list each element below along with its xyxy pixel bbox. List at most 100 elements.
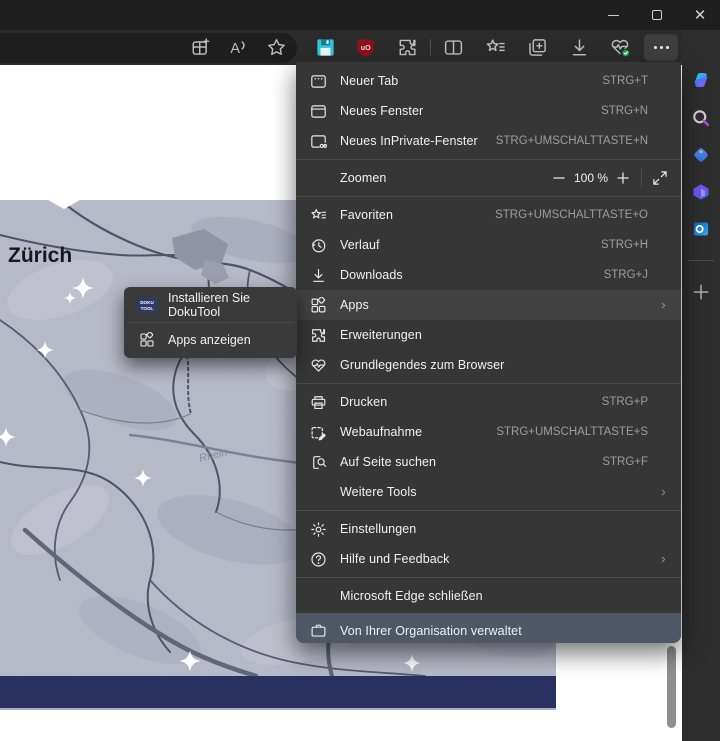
svg-text:DOKU: DOKU [140, 300, 154, 305]
collections-icon[interactable] [527, 37, 548, 58]
web-capture-icon [310, 424, 327, 441]
read-aloud-icon[interactable]: A [227, 37, 248, 58]
apps-icon [310, 297, 327, 314]
menu-item-shortcut: STRG+UMSCHALTTASTE+O [495, 209, 648, 221]
minimize-icon [608, 15, 619, 16]
vertical-scrollbar[interactable] [667, 646, 676, 728]
inprivate-icon [310, 133, 327, 150]
menu-item-label: Downloads [340, 268, 604, 282]
menu-item-erweiterungen[interactable]: Erweiterungen [296, 320, 681, 350]
settings-and-more-button[interactable] [644, 34, 678, 61]
menu-item-grundlegendes-zum-browser[interactable]: Grundlegendes zum Browser [296, 350, 681, 380]
menu-item-label: Weitere Tools [340, 485, 658, 499]
menu-item-favoriten[interactable]: FavoritenSTRG+UMSCHALTTASTE+O [296, 200, 681, 230]
fullscreen-icon[interactable] [651, 169, 669, 187]
submenu-item-apps-anzeigen[interactable]: Apps anzeigen [124, 323, 297, 357]
menu-item-neues-fenster[interactable]: Neues FensterSTRG+N [296, 96, 681, 126]
menu-item-label: Grundlegendes zum Browser [340, 358, 669, 372]
extensions-puzzle-icon[interactable] [397, 37, 418, 58]
menu-item-label: Microsoft Edge schließen [340, 589, 669, 603]
menu-item-label: Verlauf [340, 238, 601, 252]
downloads-icon[interactable] [569, 37, 590, 58]
zoom-divider [641, 169, 642, 187]
briefcase-icon [310, 622, 327, 639]
menu-separator [296, 577, 681, 578]
maximize-button[interactable] [636, 0, 678, 30]
menu-item-weitere-tools[interactable]: Weitere Tools [296, 477, 681, 507]
zoom-out-button[interactable] [550, 169, 568, 187]
menu-item-webaufnahme[interactable]: WebaufnahmeSTRG+UMSCHALTTASTE+S [296, 417, 681, 447]
menu-item-von-ihrer-organisation-verwaltet[interactable]: Von Ihrer Organisation verwaltet [296, 613, 681, 643]
more-menu-icon [651, 37, 672, 58]
menu-item-label: Von Ihrer Organisation verwaltet [340, 624, 669, 638]
favorites-hub-icon[interactable] [485, 37, 506, 58]
browser-essentials-icon[interactable] [610, 37, 631, 58]
menu-item-label: Webaufnahme [340, 425, 496, 439]
dokutool-logo: DOKUTOOL [137, 297, 157, 313]
menu-item-apps[interactable]: Apps [296, 290, 681, 320]
new-window-icon [310, 103, 327, 120]
downloads-icon [310, 267, 327, 284]
menu-item-label: Einstellungen [340, 522, 669, 536]
print-icon [310, 394, 327, 411]
menu-item-label: Favoriten [340, 208, 495, 222]
shopping-tag-icon[interactable] [691, 145, 711, 165]
menu-item-hilfe-und-feedback[interactable]: Hilfe und Feedback [296, 544, 681, 574]
ublock-shield-icon[interactable]: uO [355, 37, 376, 58]
menu-item-drucken[interactable]: DruckenSTRG+P [296, 387, 681, 417]
outlook-icon[interactable] [691, 219, 711, 239]
svg-text:TOOL: TOOL [141, 306, 154, 311]
menu-item-label: Drucken [340, 395, 602, 409]
settings-and-more-menu: Neuer TabSTRG+TNeues FensterSTRG+NNeues … [296, 62, 681, 643]
submenu-item-label: Apps anzeigen [168, 333, 251, 347]
menu-item-shortcut: STRG+N [601, 105, 648, 117]
toolbar-divider [430, 39, 431, 56]
extensions-icon [310, 327, 327, 344]
chevron-right-icon [658, 487, 669, 498]
history-icon [310, 237, 327, 254]
menu-item-shortcut: STRG+UMSCHALTTASTE+N [496, 135, 648, 147]
menu-separator [296, 510, 681, 511]
no-icon [310, 170, 327, 187]
copilot-icon[interactable] [691, 70, 711, 90]
zoom-level-value: 100 % [568, 171, 614, 185]
address-bar[interactable] [0, 33, 297, 63]
menu-item-shortcut: STRG+F [602, 456, 648, 468]
title-bar: ✕ [0, 0, 720, 30]
close-button[interactable]: ✕ [679, 0, 720, 30]
menu-item-downloads[interactable]: DownloadsSTRG+J [296, 260, 681, 290]
menu-item-verlauf[interactable]: VerlaufSTRG+H [296, 230, 681, 260]
sidebar-search-icon[interactable] [691, 108, 711, 128]
menu-item-neues-inprivate-fenster[interactable]: Neues InPrivate-FensterSTRG+UMSCHALTTAST… [296, 126, 681, 156]
no-icon [310, 484, 327, 501]
page-navy-banner [0, 676, 556, 710]
menu-item-einstellungen[interactable]: Einstellungen [296, 514, 681, 544]
microsoft365-icon[interactable] [691, 182, 711, 202]
menu-item-zoomen[interactable]: Zoomen100 % [296, 163, 681, 193]
floppy-extension-icon[interactable] [315, 37, 336, 58]
workspaces-icon[interactable] [190, 37, 211, 58]
edge-browser-window: ✕ AuO [0, 0, 720, 741]
zoom-in-button[interactable] [614, 169, 632, 187]
menu-item-label: Erweiterungen [340, 328, 669, 342]
menu-item-microsoft-edge-schlie-en[interactable]: Microsoft Edge schließen [296, 581, 681, 611]
essentials-icon [310, 357, 327, 374]
no-icon [310, 588, 327, 605]
browser-toolbar: AuO [0, 30, 682, 65]
menu-item-shortcut: STRG+H [601, 239, 648, 251]
find-on-page-icon [310, 454, 327, 471]
apps-icon [137, 332, 157, 348]
sidebar-add-button[interactable] [691, 282, 711, 302]
menu-item-auf-seite-suchen[interactable]: Auf Seite suchenSTRG+F [296, 447, 681, 477]
menu-item-label: Auf Seite suchen [340, 455, 602, 469]
submenu-item-installieren-sie-dokutool[interactable]: DOKUTOOLInstallieren Sie DokuTool [124, 288, 297, 322]
menu-separator [296, 159, 681, 160]
split-screen-icon[interactable] [443, 37, 464, 58]
menu-separator [296, 383, 681, 384]
favorite-star-icon[interactable] [266, 37, 287, 58]
menu-item-neuer-tab[interactable]: Neuer TabSTRG+T [296, 66, 681, 96]
plus-icon [691, 282, 711, 302]
chevron-right-icon [658, 300, 669, 311]
minimize-button[interactable] [592, 0, 634, 30]
menu-item-shortcut: STRG+J [604, 269, 648, 281]
